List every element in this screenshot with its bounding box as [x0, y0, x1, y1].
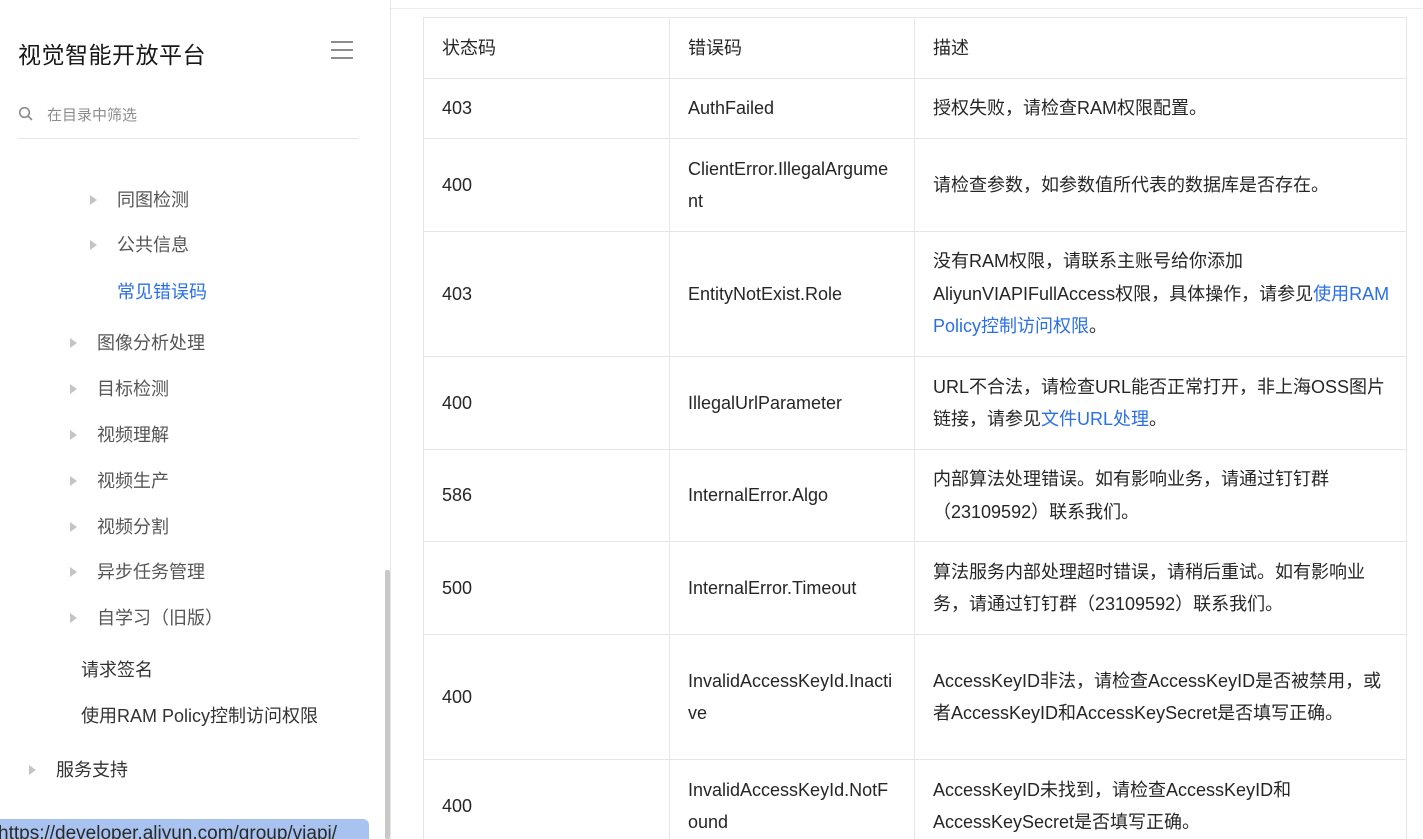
- status-cell: 400: [423, 759, 670, 839]
- caret-right-icon: [70, 522, 77, 532]
- status-cell: 403: [423, 231, 670, 357]
- caret-right-icon: [70, 338, 77, 348]
- nav-item-label: 图像分析处理: [97, 333, 205, 353]
- description-cell: URL不合法，请检查URL能否正常打开，非上海OSS图片链接，请参见文件URL处…: [914, 356, 1407, 450]
- file-url-link[interactable]: 文件URL处理: [1041, 409, 1149, 429]
- nav-item-label: 常见错误码: [117, 282, 207, 302]
- nav-item-label: 目标检测: [97, 379, 169, 399]
- error-code-cell: EntityNotExist.Role: [669, 231, 915, 357]
- status-cell: 403: [423, 78, 670, 139]
- description-text: 内部算法处理错误。如有影响业务，请通过钉钉群（23109592）联系我们。: [933, 469, 1329, 522]
- error-code-cell: ClientError.IllegalArgument: [669, 138, 915, 232]
- sidebar-header: 视觉智能开放平台: [0, 0, 390, 86]
- caret-right-icon: [70, 384, 77, 394]
- error-code-cell: AuthFailed: [669, 78, 915, 139]
- sidebar-filter: [18, 96, 359, 139]
- description-text-end: 。: [1149, 409, 1168, 429]
- table-row: 400 InvalidAccessKeyId.Inactive AccessKe…: [423, 634, 1407, 760]
- nav-item-label: 使用RAM Policy控制访问权限: [81, 706, 319, 726]
- column-header-description: 描述: [914, 17, 1407, 79]
- error-code-cell: InvalidAccessKeyId.Inactive: [669, 634, 915, 760]
- nav-item-request-signature[interactable]: 请求签名: [81, 655, 153, 685]
- sidebar: 视觉智能开放平台 同图检测 公共信息 常见错误码 图像分析处理 目标检测 视频理…: [0, 0, 391, 839]
- description-cell: AccessKeyID非法，请检查AccessKeyID是否被禁用，或者Acce…: [914, 634, 1407, 760]
- filter-input[interactable]: [47, 103, 347, 127]
- description-text-end: 。: [1089, 316, 1108, 337]
- description-text: 没有RAM权限，请联系主账号给你添加AliyunVIAPIFullAccess权…: [933, 251, 1314, 304]
- error-code-cell: InternalError.Algo: [669, 449, 915, 542]
- caret-right-icon: [70, 613, 77, 623]
- description-text: 请检查参数，如参数值所代表的数据库是否存在。: [933, 174, 1329, 195]
- table-row: 400 InvalidAccessKeyId.NotFound AccessKe…: [423, 759, 1407, 839]
- nav-item-label: 视频分割: [97, 517, 169, 537]
- nav-item-label: 同图检测: [117, 190, 189, 210]
- nav-item-label: 自学习（旧版）: [97, 608, 223, 628]
- description-text: 算法服务内部处理超时错误，请稍后重试。如有影响业务，请通过钉钉群（2310959…: [933, 561, 1365, 615]
- table-row: 400 IllegalUrlParameter URL不合法，请检查URL能否正…: [423, 356, 1407, 450]
- caret-right-icon: [29, 765, 36, 775]
- caret-right-icon: [70, 476, 77, 486]
- table-row: 403 EntityNotExist.Role 没有RAM权限，请联系主账号给你…: [423, 231, 1407, 357]
- description-cell: 算法服务内部处理超时错误，请稍后重试。如有影响业务，请通过钉钉群（2310959…: [914, 541, 1407, 635]
- caret-right-icon: [70, 567, 77, 577]
- caret-right-icon: [90, 240, 97, 250]
- error-code-table: 状态码 错误码 描述 403 AuthFailed 授权失败，请检查RAM权限配…: [423, 17, 1407, 839]
- description-cell: AccessKeyID未找到，请检查AccessKeyID和AccessKeyS…: [914, 759, 1407, 839]
- status-cell: 500: [423, 541, 670, 635]
- nav-item-label: 视频理解: [97, 425, 169, 445]
- table-row: 403 AuthFailed 授权失败，请检查RAM权限配置。: [423, 78, 1407, 139]
- status-cell: 400: [423, 634, 670, 760]
- nav-item-label: 服务支持: [56, 760, 128, 780]
- nav-item-label: 公共信息: [117, 235, 189, 255]
- table-header-row: 状态码 错误码 描述: [423, 17, 1407, 79]
- description-cell: 没有RAM权限，请联系主账号给你添加AliyunVIAPIFullAccess权…: [914, 231, 1407, 357]
- error-code-cell: InvalidAccessKeyId.NotFound: [669, 759, 915, 839]
- hamburger-menu-icon[interactable]: [331, 41, 355, 61]
- table-row: 500 InternalError.Timeout 算法服务内部处理超时错误，请…: [423, 541, 1407, 635]
- sidebar-title: 视觉智能开放平台: [18, 42, 206, 68]
- error-code-cell: IllegalUrlParameter: [669, 356, 915, 450]
- status-cell: 586: [423, 449, 670, 542]
- description-text: 授权失败，请检查RAM权限配置。: [933, 98, 1207, 119]
- nav-item-label: 异步任务管理: [97, 562, 205, 582]
- nav-item-label: 视频生产: [97, 471, 169, 491]
- description-text: AccessKeyID非法，请检查AccessKeyID是否被禁用，或者Acce…: [933, 670, 1382, 724]
- description-cell: 请检查参数，如参数值所代表的数据库是否存在。: [914, 138, 1407, 232]
- description-cell: 授权失败，请检查RAM权限配置。: [914, 78, 1407, 139]
- column-header-error-code: 错误码: [669, 17, 915, 79]
- main-content: 状态码 错误码 描述 403 AuthFailed 授权失败，请检查RAM权限配…: [391, 0, 1423, 839]
- link-url-tooltip: https://developer.aliyun.com/group/viapi…: [0, 819, 369, 839]
- status-cell: 400: [423, 356, 670, 450]
- table-row: 586 InternalError.Algo 内部算法处理错误。如有影响业务，请…: [423, 449, 1407, 542]
- caret-right-icon: [70, 430, 77, 440]
- table-row: 400 ClientError.IllegalArgument 请检查参数，如参…: [423, 138, 1407, 232]
- nav-item-ram-policy[interactable]: 使用RAM Policy控制访问权限: [81, 701, 318, 731]
- nav-item-common-error-codes[interactable]: 常见错误码: [117, 277, 207, 307]
- description-text: AccessKeyID未找到，请检查AccessKeyID和AccessKeyS…: [933, 779, 1292, 833]
- status-cell: 400: [423, 138, 670, 232]
- error-code-cell: InternalError.Timeout: [669, 541, 915, 635]
- search-icon: [18, 106, 33, 121]
- caret-right-icon: [90, 195, 97, 205]
- description-cell: 内部算法处理错误。如有影响业务，请通过钉钉群（23109592）联系我们。: [914, 449, 1407, 542]
- column-header-status: 状态码: [423, 17, 670, 79]
- sidebar-scrollbar[interactable]: [385, 570, 390, 839]
- nav-item-label: 请求签名: [81, 660, 153, 680]
- divider: [391, 8, 1423, 9]
